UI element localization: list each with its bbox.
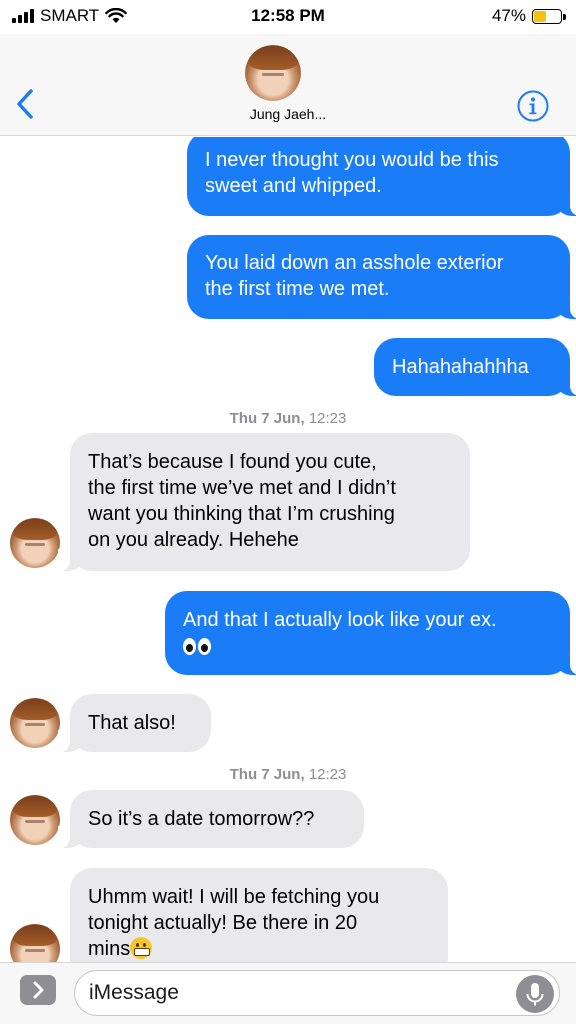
received-message-bubble[interactable]: That’s because I found you cute, the fir… [58, 433, 470, 571]
message-line: tonight actually! Be there in 20 [88, 912, 358, 934]
sent-message-bubble[interactable]: And that I actually look like your ex. [165, 591, 576, 675]
timestamp-time: 12:23 [308, 410, 347, 427]
timestamp-time: 12:23 [308, 766, 347, 783]
timestamp-day: Thu 7 Jun, [229, 766, 305, 783]
message-line: That also! [88, 712, 176, 734]
message-line: You laid down an asshole exterior [205, 252, 504, 274]
sender-avatar[interactable] [10, 795, 60, 845]
conversation-header: Jung Jaeh... [0, 34, 576, 136]
received-message-bubble[interactable]: So it’s a date tomorrow?? [58, 790, 364, 848]
contact-name[interactable]: Jung Jaeh... [0, 106, 576, 122]
info-button[interactable] [517, 90, 549, 122]
microphone-icon [526, 983, 544, 1006]
received-message-bubble[interactable]: Uhmm wait! I will be fetching you tonigh… [58, 868, 448, 962]
contact-avatar[interactable] [245, 45, 301, 101]
compose-bar [0, 962, 576, 1024]
message-line: the first time we met. [205, 278, 390, 300]
sender-avatar[interactable] [10, 518, 60, 568]
battery-icon [532, 8, 566, 24]
message-line: That’s because I found you cute, [88, 451, 377, 473]
chevron-right-icon [33, 981, 44, 999]
message-line: want you thinking that I’m crushing [88, 503, 395, 525]
avatar [245, 45, 301, 101]
message-line: I never thought you would be this [205, 149, 499, 171]
message-line: Hahahahahhha [392, 356, 529, 378]
apps-button[interactable] [20, 975, 56, 1005]
message-input[interactable] [74, 970, 560, 1016]
grimacing-face-emoji-icon [130, 937, 153, 959]
sender-avatar[interactable] [10, 698, 60, 748]
dictation-button[interactable] [516, 975, 554, 1013]
timestamp-day: Thu 7 Jun, [229, 410, 305, 427]
message-list[interactable]: I never thought you would be this sweet … [0, 137, 576, 962]
sent-message-bubble[interactable]: You laid down an asshole exterior the fi… [187, 235, 576, 319]
battery-level [534, 10, 547, 22]
eyes-emoji-icon [183, 638, 211, 656]
sender-avatar[interactable] [10, 924, 60, 962]
sent-message-bubble[interactable]: I never thought you would be this sweet … [187, 137, 576, 216]
message-line: sweet and whipped. [205, 175, 382, 197]
message-line: So it’s a date tomorrow?? [88, 808, 315, 830]
message-line: And that I actually look like your ex. [183, 609, 497, 631]
received-message-bubble[interactable]: That also! [58, 694, 211, 752]
status-bar: SMART 12:58 PM 47% [0, 0, 576, 34]
battery-group: 47% [491, 6, 566, 26]
message-line: the first time we’ve met and I didn’t [88, 477, 396, 499]
battery-percent: 47% [491, 6, 526, 25]
sent-message-bubble[interactable]: Hahahahahhha [374, 338, 576, 396]
message-line: Uhmm wait! I will be fetching you [88, 886, 380, 908]
info-icon [517, 90, 549, 122]
status-time: 12:58 PM [251, 6, 325, 25]
message-line: on you already. Hehehe [88, 529, 299, 551]
message-timestamp: Thu 7 Jun, 12:23 [0, 766, 576, 783]
message-timestamp: Thu 7 Jun, 12:23 [0, 410, 576, 427]
message-line: mins [88, 938, 131, 960]
